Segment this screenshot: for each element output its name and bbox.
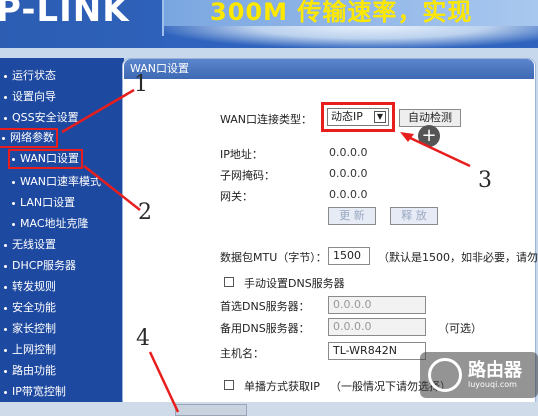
hostname-input[interactable]: TL-WR842N [328,342,426,360]
menu-item-access-control[interactable]: 上网控制 [4,342,56,358]
bullet-icon [4,116,7,120]
menu-item-label: 家长控制 [12,322,56,335]
menu-item-qss[interactable]: QSS安全设置 [4,110,79,126]
annotation-number-1: 1 [134,72,148,97]
bullet-icon [4,369,7,373]
watermark-title: 路由器 [468,360,522,381]
bullet-icon [4,306,7,310]
menu-item-label: 安全功能 [12,301,56,314]
bullet-icon [4,243,7,247]
menu-item-routing[interactable]: 路由功能 [4,363,56,379]
ip-label: IP地址： [220,148,263,161]
router-icon [428,358,462,392]
bullet-icon [4,327,7,331]
mtu-input[interactable]: 1500 [328,247,370,265]
primary-dns-input[interactable]: 0.0.0.0 [328,296,426,314]
secondary-dns-label: 备用DNS服务器： [220,322,310,335]
logo-divider [140,0,164,36]
menu-item-dhcp[interactable]: DHCP服务器 [4,258,76,274]
menu-item-wireless[interactable]: 无线设置 [4,237,56,253]
bullet-icon [4,264,7,268]
menu-item-label: DHCP服务器 [12,259,77,272]
banner-wave [164,26,538,48]
ip-value: 0.0.0.0 [329,146,368,159]
menu-item-wizard[interactable]: 设置向导 [4,89,56,105]
menu-item-label: 转发规则 [12,280,56,293]
bullet-icon [4,285,7,289]
bullet-icon [2,136,5,140]
manual-dns-label: 手动设置DNS服务器 [244,277,345,290]
mask-value: 0.0.0.0 [329,167,368,180]
menu-item-label: WAN口设置 [20,152,80,165]
release-button[interactable]: 释 放 [390,207,438,225]
menu-item-label: 路由功能 [12,364,56,377]
menu-item-wan-settings[interactable]: WAN口设置 [7,149,84,169]
menu-item-label: QSS安全设置 [12,111,79,124]
menu-item-label: 设置向导 [12,90,56,103]
wan-type-label: WAN口连接类型： [220,113,313,126]
menu-item-label: 网络参数 [10,131,54,144]
bottom-bar [0,402,538,416]
brand-logo: P-LINK [0,0,130,30]
menu-item-bandwidth[interactable]: IP带宽控制 [4,384,66,400]
bullet-icon [12,157,15,161]
panel-title: WAN口设置 [124,59,534,79]
menu-item-network[interactable]: 网络参数 [0,128,58,148]
gateway-value: 0.0.0.0 [329,188,368,201]
menu-item-mac-clone[interactable]: MAC地址克隆 [12,216,89,232]
menu-item-security[interactable]: 安全功能 [4,300,56,316]
gateway-label: 网关： [220,190,253,203]
menu-item-label: 上网控制 [12,343,56,356]
annotation-number-3: 3 [478,168,492,193]
bullet-icon [4,74,7,78]
mtu-hint: （默认是1500，如非必要，请勿 [378,251,538,264]
bullet-icon [4,95,7,99]
bullet-icon [4,348,7,352]
mask-label: 子网掩码： [220,169,275,182]
menu-item-label: WAN口速率模式 [20,175,102,188]
banner-slogan: 300M 传输速率，实现 [210,0,473,26]
header-banner: P-LINK 300M 传输速率，实现 [0,0,538,48]
menu-item-wan-speed[interactable]: WAN口速率模式 [12,174,101,190]
menu-item-label: IP带宽控制 [12,385,66,398]
save-button-partial[interactable] [175,404,247,416]
bullet-icon [12,180,15,184]
annotation-number-4: 4 [136,326,150,351]
bullet-icon [4,390,7,394]
wan-type-highlight [321,102,395,132]
menu-item-lan-settings[interactable]: LAN口设置 [12,195,75,211]
manual-dns-checkbox[interactable] [224,277,234,287]
unicast-checkbox[interactable] [224,380,234,390]
annotation-number-2: 2 [138,200,152,225]
menu-item-label: 无线设置 [12,238,56,251]
menu-item-parental[interactable]: 家长控制 [4,321,56,337]
plus-icon: + [418,125,440,147]
menu-item-label: MAC地址克隆 [20,217,89,230]
menu-item-forwarding[interactable]: 转发规则 [4,279,56,295]
bullet-icon [12,222,15,226]
primary-dns-label: 首选DNS服务器： [220,300,310,313]
renew-button[interactable]: 更 新 [328,207,376,225]
menu-item-label: 运行状态 [12,69,56,82]
hostname-label: 主机名： [220,347,264,360]
menu-item-status[interactable]: 运行状态 [4,68,56,84]
bullet-icon [12,201,15,205]
unicast-label: 单播方式获取IP [244,380,320,393]
menu-item-label: LAN口设置 [20,196,76,209]
mtu-label: 数据包MTU（字节）： [220,251,327,264]
secondary-dns-input[interactable]: 0.0.0.0 [328,318,426,336]
optional-hint: （可选） [438,322,482,335]
watermark-subtitle: luyouqi.com [468,380,517,389]
